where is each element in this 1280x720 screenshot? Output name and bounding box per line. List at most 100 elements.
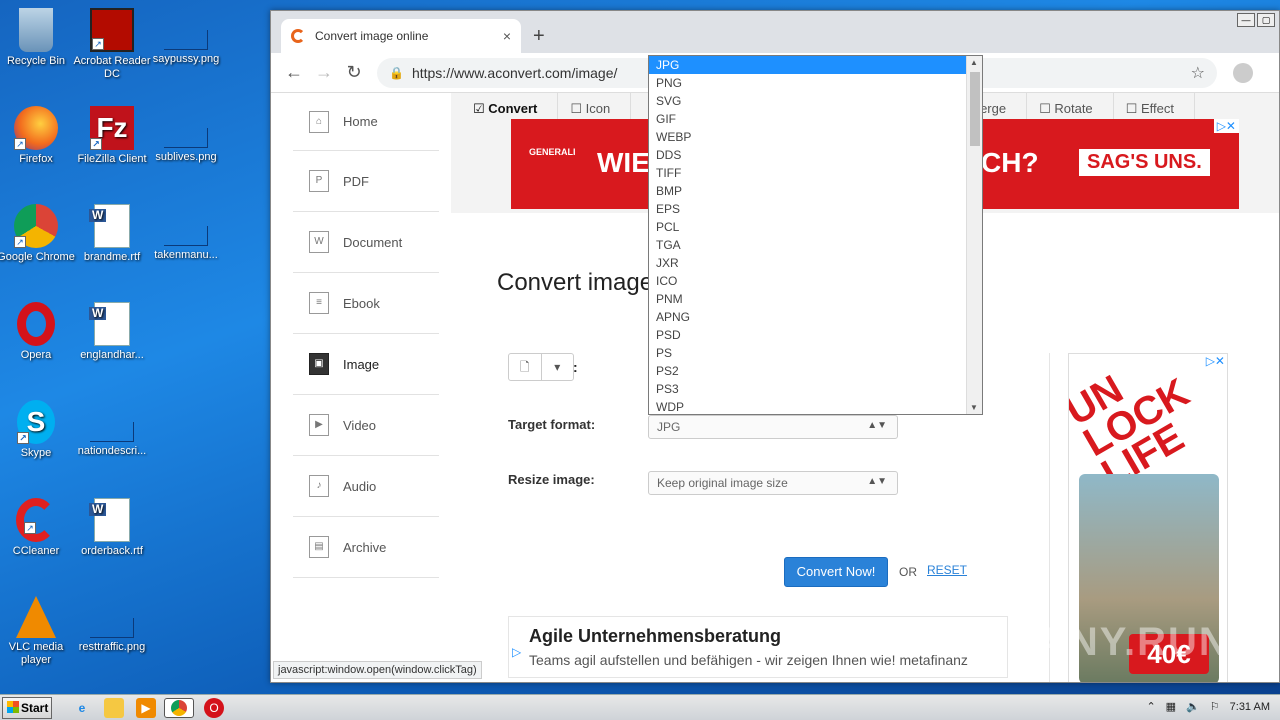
text-ad[interactable]: ▷ Agile Unternehmensberatung Teams agil …: [508, 616, 1008, 678]
tray-expand-icon[interactable]: ⌃: [1146, 700, 1155, 713]
chevron-down-icon[interactable]: ▾: [540, 354, 574, 380]
desktop-icon-opera[interactable]: Opera: [0, 302, 76, 362]
browser-tab[interactable]: Convert image online ×: [281, 19, 521, 53]
tab-convert[interactable]: ☑ Convert: [461, 93, 559, 119]
opera-taskbar-icon[interactable]: O: [204, 698, 224, 718]
desktop-file-resttraffic[interactable]: resttraffic.png: [72, 596, 152, 654]
desktop-icon-firefox[interactable]: ↗ Firefox: [0, 106, 76, 166]
explorer-folder-icon[interactable]: [104, 698, 124, 718]
reset-link[interactable]: RESET: [927, 563, 967, 577]
desktop-icon-chrome[interactable]: ↗ Google Chrome: [0, 204, 76, 264]
format-option[interactable]: APNG: [649, 308, 967, 326]
start-button[interactable]: Start: [2, 697, 52, 719]
resize-image-select[interactable]: Keep original image size ▲▼: [648, 471, 898, 495]
png-file-icon: [164, 226, 208, 246]
desktop-icon-vlc[interactable]: VLC media player: [0, 596, 76, 667]
minimize-button[interactable]: —: [1237, 13, 1255, 27]
target-format-select[interactable]: JPG ▲▼: [648, 415, 898, 439]
reload-icon[interactable]: ↻: [339, 62, 369, 83]
volume-icon[interactable]: 🔈: [1186, 700, 1200, 713]
clock[interactable]: 7:31 AM: [1230, 701, 1270, 713]
format-option[interactable]: GIF: [649, 110, 967, 128]
filezilla-icon: Fz ↗: [90, 106, 134, 150]
scroll-down-icon[interactable]: ▼: [970, 403, 978, 412]
format-option[interactable]: PS: [649, 344, 967, 362]
sidebar-item-document[interactable]: W Document: [293, 212, 439, 273]
word-doc-icon: W: [89, 302, 130, 346]
desktop-file-orderback[interactable]: W orderback.rtf: [72, 498, 152, 558]
format-option[interactable]: PSD: [649, 326, 967, 344]
desktop-file-takenmanu[interactable]: takenmanu...: [146, 204, 226, 262]
new-tab-button[interactable]: +: [533, 25, 545, 48]
format-option[interactable]: DDS: [649, 146, 967, 164]
format-option[interactable]: JXR: [649, 254, 967, 272]
convert-now-button[interactable]: Convert Now!: [784, 557, 888, 587]
format-option[interactable]: PCL: [649, 218, 967, 236]
format-option[interactable]: BMP: [649, 182, 967, 200]
desktop-file-sublives[interactable]: sublives.png: [146, 106, 226, 164]
desktop-file-brandme[interactable]: W brandme.rtf: [72, 204, 152, 264]
sidebar-item-video[interactable]: ▶ Video: [293, 395, 439, 456]
aconvert-favicon-icon: [291, 29, 305, 43]
format-option[interactable]: WDP: [649, 398, 967, 414]
chrome-taskbar-icon[interactable]: [164, 698, 194, 718]
format-option[interactable]: EPS: [649, 200, 967, 218]
desktop-file-englandhar[interactable]: W englandhar...: [72, 302, 152, 362]
video-icon: ▶: [309, 414, 329, 436]
sidebar-item-ebook[interactable]: ≡ Ebook: [293, 273, 439, 334]
format-options-list: JPG PNG SVG GIF WEBP DDS TIFF BMP EPS PCL TGA JXR IC…: [649, 56, 982, 414]
maximize-button[interactable]: ▢: [1257, 13, 1275, 27]
desktop-file-nationdescri[interactable]: nationdescri...: [72, 400, 152, 458]
sidebar-item-archive[interactable]: ▤ Archive: [293, 517, 439, 578]
ad-play-icon[interactable]: ▷: [512, 645, 521, 659]
sidebar-item-audio[interactable]: ♪ Audio: [293, 456, 439, 517]
sidebar-item-image[interactable]: ▣ Image: [293, 334, 439, 395]
back-icon[interactable]: ←: [279, 62, 309, 83]
file-icon: 🗋: [519, 360, 530, 374]
network-icon[interactable]: ▦: [1166, 700, 1176, 713]
format-option[interactable]: SVG: [649, 92, 967, 110]
forward-icon[interactable]: →: [309, 62, 339, 83]
windows-logo-icon: [7, 701, 19, 713]
format-option[interactable]: PS3: [649, 380, 967, 398]
vlc-icon: [16, 596, 56, 638]
text-ad-headline[interactable]: Agile Unternehmensberatung: [529, 626, 781, 647]
bookmark-star-icon[interactable]: ☆: [1191, 63, 1205, 83]
ad-cta[interactable]: SAG'S UNS.: [1079, 149, 1210, 176]
desktop-icon-ccleaner[interactable]: ↗ CCleaner: [0, 498, 76, 558]
choose-file-button[interactable]: 🗋 ▾: [508, 353, 574, 381]
desktop-icon-filezilla[interactable]: Fz ↗ FileZilla Client: [72, 106, 152, 166]
ie-icon[interactable]: e: [72, 698, 92, 718]
sidebar-item-pdf[interactable]: P PDF: [293, 151, 439, 212]
sidebar-item-home[interactable]: ⌂ Home: [293, 93, 439, 151]
format-option[interactable]: PNM: [649, 290, 967, 308]
media-player-icon[interactable]: ▶: [136, 698, 156, 718]
tab-effect[interactable]: ☐ Effect: [1114, 93, 1195, 119]
page-title: Convert image: [497, 269, 654, 296]
format-option[interactable]: PNG: [649, 74, 967, 92]
ad-choices-icon[interactable]: ▷✕: [1213, 119, 1239, 133]
desktop-file-saypussy[interactable]: saypussy.png: [146, 8, 226, 66]
scroll-up-icon[interactable]: ▲: [970, 58, 978, 67]
system-tray: ⌃ ▦ 🔈 ⚐ 7:31 AM: [1146, 700, 1270, 714]
format-option[interactable]: TIFF: [649, 164, 967, 182]
close-tab-icon[interactable]: ×: [503, 28, 511, 44]
chrome-icon: ↗: [14, 204, 58, 248]
scrollbar-thumb[interactable]: [970, 72, 980, 146]
action-center-flag-icon[interactable]: ⚐: [1210, 700, 1220, 713]
format-option[interactable]: TGA: [649, 236, 967, 254]
dropdown-scrollbar[interactable]: ▲ ▼: [966, 56, 982, 414]
format-option[interactable]: JPG: [649, 56, 967, 74]
desktop-icon-acrobat[interactable]: ↗ Acrobat Reader DC: [72, 8, 152, 81]
format-option[interactable]: WEBP: [649, 128, 967, 146]
skype-icon: S ↗: [17, 400, 55, 444]
tab-icon[interactable]: ☐ Icon: [558, 93, 632, 119]
target-format-dropdown[interactable]: JPG PNG SVG GIF WEBP DDS TIFF BMP EPS PCL TGA JXR IC…: [648, 55, 983, 415]
ad-brand: GENERALI: [529, 147, 576, 157]
desktop-icon-recycle-bin[interactable]: Recycle Bin: [0, 8, 76, 68]
desktop-icon-skype[interactable]: S ↗ Skype: [0, 400, 76, 460]
tab-rotate[interactable]: ☐ Rotate: [1027, 93, 1114, 119]
format-option[interactable]: ICO: [649, 272, 967, 290]
format-option[interactable]: PS2: [649, 362, 967, 380]
profile-avatar-icon[interactable]: [1233, 62, 1253, 83]
